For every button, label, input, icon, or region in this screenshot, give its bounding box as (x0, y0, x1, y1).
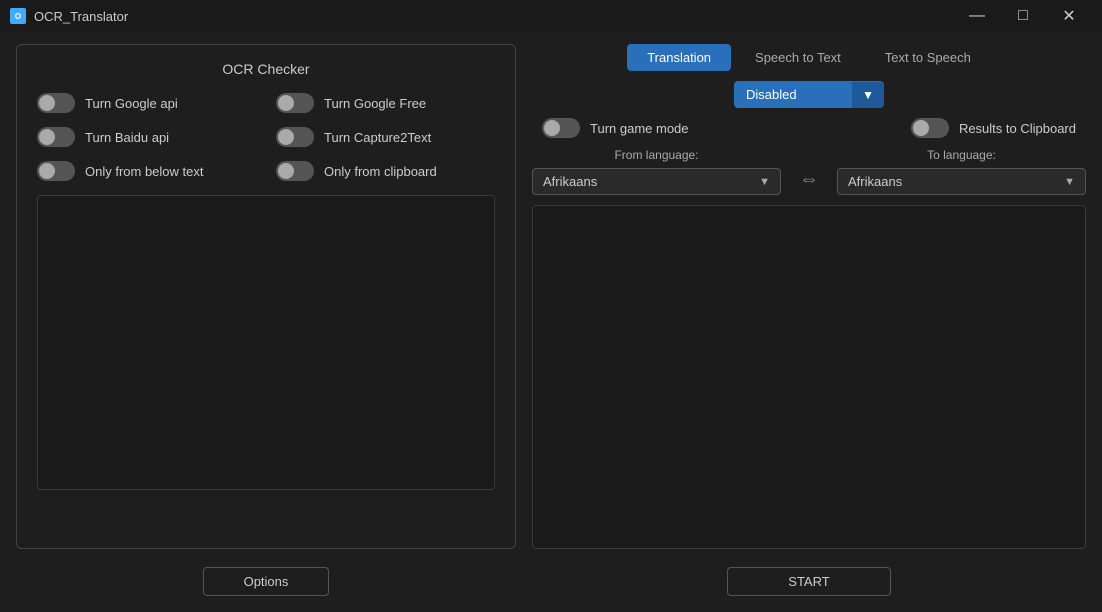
from-lang-group: From language: Afrikaans ▼ (532, 148, 781, 195)
ocr-checker-box: OCR Checker Turn Google api Turn Google … (16, 44, 516, 549)
options-button[interactable]: Options (203, 567, 330, 596)
disabled-dropdown[interactable]: Disabled ▼ (734, 81, 884, 108)
tabs-row: Translation Speech to Text Text to Speec… (532, 44, 1086, 71)
toggle-google-free-knob (278, 95, 294, 111)
from-lang-value: Afrikaans (543, 174, 597, 189)
toggle-google-api: Turn Google api (37, 93, 256, 113)
translation-output-area (532, 205, 1086, 549)
toggle-below-text-label: Only from below text (85, 164, 204, 179)
game-mode-switch[interactable] (542, 118, 580, 138)
app-title: OCR_Translator (34, 9, 128, 24)
from-lang-select[interactable]: Afrikaans ▼ (532, 168, 781, 195)
toggle-google-free-switch[interactable] (276, 93, 314, 113)
toggle-capture2text-label: Turn Capture2Text (324, 130, 431, 145)
ocr-checker-title: OCR Checker (37, 61, 495, 77)
ocr-text-area (37, 195, 495, 490)
game-mode-knob (544, 120, 560, 136)
swap-languages-button[interactable]: ⇔ (791, 168, 827, 191)
tab-speech-to-text[interactable]: Speech to Text (735, 44, 861, 71)
results-clipboard-switch[interactable] (911, 118, 949, 138)
tab-translation[interactable]: Translation (627, 44, 731, 71)
close-button[interactable]: ✕ (1046, 0, 1092, 32)
toggle-capture2text-knob (278, 129, 294, 145)
titlebar: O OCR_Translator — □ ✕ (0, 0, 1102, 32)
from-lang-label: From language: (532, 148, 781, 162)
to-lang-label: To language: (837, 148, 1086, 162)
start-button[interactable]: START (727, 567, 890, 596)
toggle-below-text: Only from below text (37, 161, 256, 181)
tab-text-to-speech[interactable]: Text to Speech (865, 44, 991, 71)
language-row: From language: Afrikaans ▼ ⇔ To language… (532, 148, 1086, 195)
app-icon: O (10, 8, 26, 24)
toggle-capture2text: Turn Capture2Text (276, 127, 495, 147)
options-btn-row: Options (16, 559, 516, 600)
toggle-below-text-knob (39, 163, 55, 179)
from-lang-arrow-icon: ▼ (759, 176, 770, 188)
maximize-button[interactable]: □ (1000, 0, 1046, 32)
dropdown-arrow-icon: ▼ (852, 82, 884, 108)
translation-panel: Disabled ▼ Turn game mode Results to Cli… (532, 81, 1086, 549)
toggle-google-free: Turn Google Free (276, 93, 495, 113)
to-lang-group: To language: Afrikaans ▼ (837, 148, 1086, 195)
results-clipboard-label: Results to Clipboard (959, 121, 1076, 136)
toggle-baidu-api: Turn Baidu api (37, 127, 256, 147)
toggle-baidu-api-label: Turn Baidu api (85, 130, 169, 145)
toggle-clipboard-switch[interactable] (276, 161, 314, 181)
svg-text:O: O (15, 12, 21, 21)
toggle-capture2text-switch[interactable] (276, 127, 314, 147)
toggle-baidu-api-knob (39, 129, 55, 145)
minimize-button[interactable]: — (954, 0, 1000, 32)
toggle-google-api-label: Turn Google api (85, 96, 178, 111)
toggles-grid: Turn Google api Turn Google Free Turn Ba… (37, 93, 495, 181)
toggle-google-free-label: Turn Google Free (324, 96, 426, 111)
to-lang-arrow-icon: ▼ (1064, 176, 1075, 188)
titlebar-left: O OCR_Translator (10, 8, 128, 24)
start-btn-row: START (532, 559, 1086, 600)
main-content: OCR Checker Turn Google api Turn Google … (0, 32, 1102, 612)
toggle-google-api-knob (39, 95, 55, 111)
disabled-row: Disabled ▼ (532, 81, 1086, 108)
toggle-clipboard: Only from clipboard (276, 161, 495, 181)
mode-toggles-row: Turn game mode Results to Clipboard (532, 118, 1086, 138)
toggle-below-text-switch[interactable] (37, 161, 75, 181)
left-panel: OCR Checker Turn Google api Turn Google … (16, 44, 516, 600)
right-panel: Translation Speech to Text Text to Speec… (532, 44, 1086, 600)
clipboard-toggle-item: Results to Clipboard (911, 118, 1076, 138)
game-mode-label: Turn game mode (590, 121, 689, 136)
toggle-google-api-switch[interactable] (37, 93, 75, 113)
to-lang-value: Afrikaans (848, 174, 902, 189)
titlebar-controls: — □ ✕ (954, 0, 1092, 32)
results-clipboard-knob (913, 120, 929, 136)
toggle-clipboard-label: Only from clipboard (324, 164, 437, 179)
to-lang-select[interactable]: Afrikaans ▼ (837, 168, 1086, 195)
toggle-clipboard-knob (278, 163, 294, 179)
disabled-label: Disabled (734, 81, 852, 108)
game-mode-toggle-item: Turn game mode (542, 118, 689, 138)
toggle-baidu-api-switch[interactable] (37, 127, 75, 147)
